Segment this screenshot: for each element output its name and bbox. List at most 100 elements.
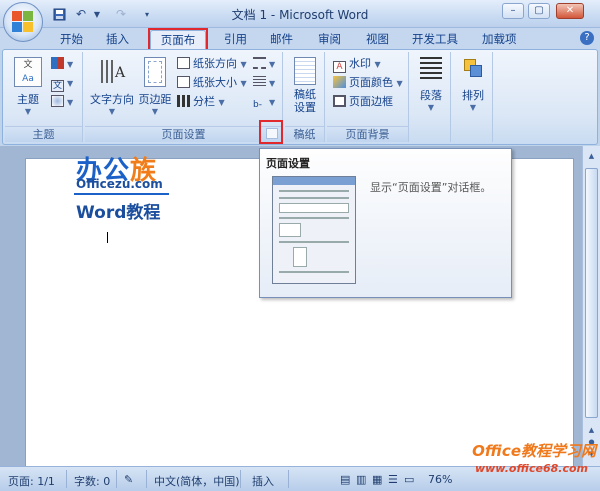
status-separator (116, 470, 117, 488)
breaks-icon (253, 57, 266, 69)
group-page-background-label: 页面背景 (327, 126, 408, 142)
tab-developer[interactable]: 开发工具 (406, 30, 464, 50)
theme-colors-button[interactable]: ▼ (51, 55, 73, 73)
paragraph-button[interactable]: 段落 ▼ (415, 54, 447, 112)
status-separator (240, 470, 241, 488)
vertical-scrollbar[interactable]: ▲ ▲ ● ▼ (582, 146, 600, 466)
view-outline-icon[interactable]: ☰ (388, 473, 398, 486)
theme-effects-icon (51, 95, 64, 107)
orientation-icon (177, 57, 190, 69)
page-setup-dialog-preview (272, 176, 356, 284)
group-page-setup: A 文字方向 ▼ 页边距 ▼ 纸张方向 ▼ 纸张大小 ▼ 分栏 ▼ ▼ ▼ b- (85, 52, 283, 144)
arrange-button[interactable]: 排列 ▼ (457, 54, 489, 112)
page-border-label: 页面边框 (349, 95, 393, 108)
orientation-label: 纸张方向 (193, 57, 237, 70)
status-language[interactable]: 中文(简体，中国) (154, 473, 240, 489)
theme-effects-button[interactable]: ▼ (51, 93, 73, 111)
columns-label: 分栏 (193, 95, 215, 108)
tab-insert[interactable]: 插入 (100, 30, 135, 50)
scrollbar-thumb[interactable] (585, 168, 598, 418)
office-logo-icon (12, 11, 34, 33)
size-button[interactable]: 纸张大小 ▼ (177, 74, 247, 92)
status-zoom[interactable]: 76% (428, 473, 452, 486)
tab-highlight-box (148, 28, 208, 51)
themes-button[interactable]: 文 Aa 主题 ▼ (11, 54, 45, 116)
status-separator (66, 470, 67, 488)
hyphenation-button[interactable]: b- ▼ (253, 93, 275, 111)
group-page-background: A 水印 ▼ 页面颜色 ▼ 页面边框 页面背景 (327, 52, 409, 142)
themes-label: 主题 (17, 93, 39, 106)
tab-page-layout[interactable]: 页面布局 (148, 28, 208, 65)
status-insert-mode[interactable]: 插入 (252, 473, 274, 489)
arrange-icon (462, 57, 484, 79)
theme-fonts-button[interactable]: 文 ▼ (51, 74, 73, 92)
text-direction-button[interactable]: A 文字方向 ▼ (89, 54, 135, 116)
orientation-button[interactable]: 纸张方向 ▼ (177, 55, 247, 73)
help-icon[interactable]: ? (580, 31, 594, 45)
tab-addins[interactable]: 加载项 (476, 30, 523, 50)
margins-icon (144, 57, 166, 87)
group-page-setup-label: 页面设置 (85, 126, 282, 142)
status-page[interactable]: 页面: 1/1 (8, 473, 55, 489)
view-full-screen-icon[interactable]: ▥ (356, 473, 366, 486)
margins-button[interactable]: 页边距 ▼ (137, 54, 173, 116)
ribbon: 文 Aa 主题 ▼ ▼ 文 ▼ ▼ 主题 A 文字方向 ▼ 页边距 ▼ 纸张方向… (2, 49, 598, 145)
office-button[interactable] (3, 2, 43, 42)
group-themes-label: 主题 (5, 126, 82, 142)
tab-view[interactable]: 视图 (360, 30, 395, 50)
page-color-icon (333, 76, 346, 88)
status-separator (146, 470, 147, 488)
margins-dropdown-icon: ▼ (151, 107, 159, 116)
tooltip-description: 显示“页面设置”对话框。 (370, 181, 492, 194)
tab-home[interactable]: 开始 (54, 30, 89, 50)
group-arrange: 排列 ▼ (453, 52, 493, 142)
proofing-icon[interactable]: ✎ (124, 473, 133, 486)
page-color-button[interactable]: 页面颜色 ▼ (333, 74, 403, 92)
text-direction-label: 文字方向 (90, 93, 134, 106)
minimize-button[interactable]: – (502, 3, 524, 19)
view-print-layout-icon[interactable]: ▤ (340, 473, 350, 486)
close-button[interactable]: ✕ (556, 3, 584, 19)
view-web-layout-icon[interactable]: ▦ (372, 473, 382, 486)
status-words[interactable]: 字数: 0 (74, 473, 110, 489)
watermark-divider (74, 193, 169, 195)
scroll-up-icon[interactable]: ▲ (585, 150, 598, 162)
group-manuscript: 稿纸 设置 稿纸 (285, 52, 325, 142)
arrange-label: 排列 (462, 89, 484, 102)
status-separator (288, 470, 289, 488)
page-border-button[interactable]: 页面边框 (333, 93, 393, 111)
page-border-icon (333, 95, 346, 107)
group-manuscript-label: 稿纸 (285, 126, 324, 142)
view-draft-icon[interactable]: ▭ (404, 473, 414, 486)
tooltip-title: 页面设置 (266, 157, 310, 170)
maximize-button[interactable]: ▢ (528, 3, 550, 19)
tab-references[interactable]: 引用 (218, 30, 253, 50)
paragraph-icon (420, 57, 442, 79)
text-cursor (107, 232, 108, 243)
columns-button[interactable]: 分栏 ▼ (177, 93, 225, 111)
theme-fonts-icon: 文 (51, 80, 64, 92)
line-numbers-button[interactable]: ▼ (253, 74, 275, 92)
themes-dropdown-icon: ▼ (24, 107, 32, 116)
svg-text:A: A (114, 65, 126, 81)
tab-review[interactable]: 审阅 (312, 30, 347, 50)
theme-colors-icon (51, 57, 64, 69)
watermark-bottom-right: Office教程学习网 (472, 442, 596, 460)
manuscript-settings-button[interactable]: 稿纸 设置 (287, 54, 323, 114)
page-color-label: 页面颜色 (349, 76, 393, 89)
tab-mailings[interactable]: 邮件 (264, 30, 299, 50)
watermark-button[interactable]: A 水印 ▼ (333, 55, 381, 73)
launcher-highlight-box (259, 120, 283, 144)
size-label: 纸张大小 (193, 76, 237, 89)
themes-icon: 文 Aa (14, 57, 42, 87)
watermark-label: 水印 (349, 57, 371, 70)
previous-page-icon[interactable]: ▲ (585, 424, 598, 436)
paragraph-label: 段落 (420, 89, 442, 102)
text-direction-dropdown-icon: ▼ (108, 107, 116, 116)
manuscript-line2: 设置 (294, 101, 316, 114)
watermark-caption: Word教程 (76, 203, 161, 223)
title-bar: ↶ ▼ ↷ ▾ 文档 1 - Microsoft Word – ▢ ✕ (0, 0, 600, 28)
paragraph-dropdown-icon: ▼ (427, 103, 435, 112)
tooltip-page-setup: 页面设置 显示“页面设置”对话框。 (259, 148, 512, 298)
breaks-button[interactable]: ▼ (253, 55, 275, 73)
